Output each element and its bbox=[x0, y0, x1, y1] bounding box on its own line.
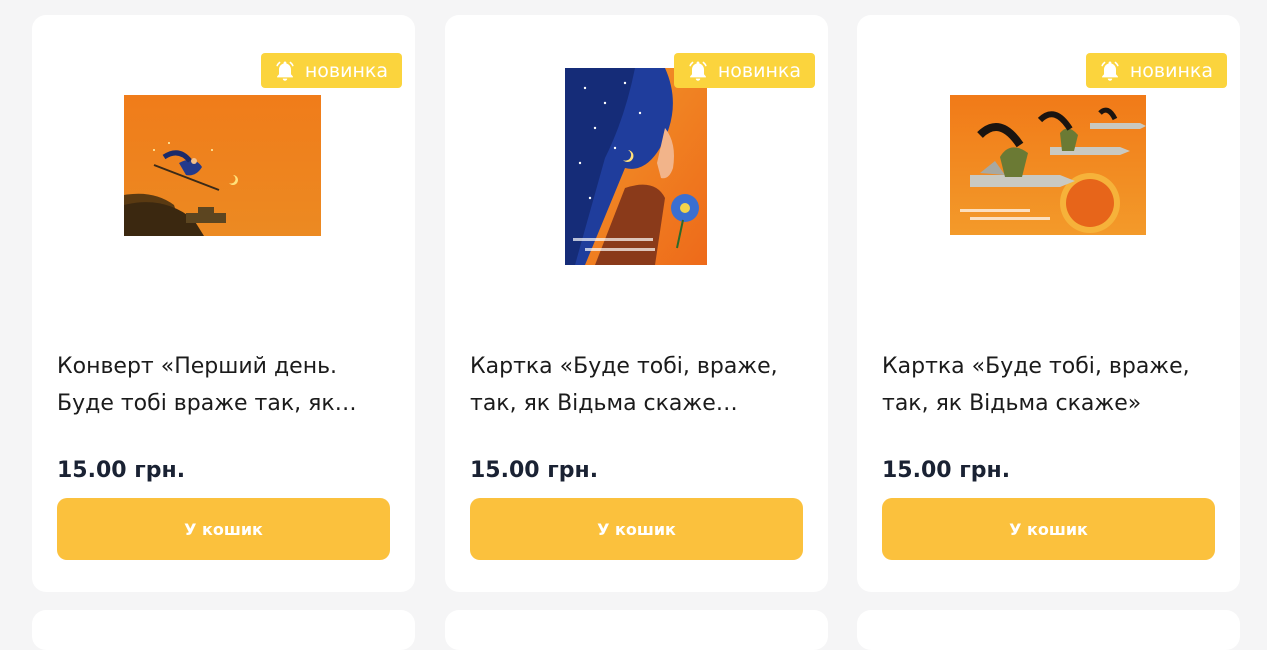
product-card-next-row bbox=[857, 610, 1240, 650]
bell-icon bbox=[1101, 61, 1119, 81]
product-card[interactable]: новинка Картка «Буде тобі, враже, так, я… bbox=[857, 15, 1240, 592]
product-title[interactable]: Картка «Буде тобі, враже, так, як Відьма… bbox=[470, 348, 790, 440]
product-card-next-row bbox=[445, 610, 828, 650]
product-price: 15.00 грн. bbox=[57, 458, 186, 483]
product-grid: новинка Конверт «Перший день. Буде тобі … bbox=[0, 0, 1267, 650]
product-image[interactable] bbox=[124, 95, 321, 236]
bell-icon bbox=[276, 61, 294, 81]
add-to-cart-button[interactable]: У кошик bbox=[470, 498, 803, 560]
product-image[interactable] bbox=[950, 95, 1146, 235]
product-card[interactable]: новинка Картка «Буде тобі, враже, так, я… bbox=[445, 15, 828, 592]
product-price: 15.00 грн. bbox=[470, 458, 599, 483]
product-card-next-row bbox=[32, 610, 415, 650]
product-title-line: так, як Відьма скаже» bbox=[882, 391, 1142, 416]
bell-icon bbox=[689, 61, 707, 81]
new-badge: новинка bbox=[260, 53, 402, 88]
product-title-line: Картка «Буде тобі, враже, bbox=[470, 354, 778, 379]
new-badge-label: новинка bbox=[1129, 59, 1213, 82]
product-title-line: Конверт «Перший день. bbox=[57, 354, 338, 379]
product-title-line: так, як Відьма скаже… bbox=[470, 391, 738, 416]
product-title[interactable]: Картка «Буде тобі, враже, так, як Відьма… bbox=[882, 348, 1202, 440]
add-to-cart-button[interactable]: У кошик bbox=[57, 498, 390, 560]
add-to-cart-button[interactable]: У кошик bbox=[882, 498, 1215, 560]
product-card[interactable]: новинка Конверт «Перший день. Буде тобі … bbox=[32, 15, 415, 592]
product-title-line: Буде тобі враже так, як… bbox=[57, 391, 357, 416]
new-badge: новинка bbox=[1085, 53, 1227, 88]
product-title[interactable]: Конверт «Перший день. Буде тобі враже та… bbox=[57, 348, 377, 440]
product-price: 15.00 грн. bbox=[882, 458, 1011, 483]
product-title-line: Картка «Буде тобі, враже, bbox=[882, 354, 1190, 379]
product-image[interactable] bbox=[565, 68, 707, 265]
new-badge: новинка bbox=[673, 53, 815, 88]
new-badge-label: новинка bbox=[304, 59, 388, 82]
new-badge-label: новинка bbox=[717, 59, 801, 82]
